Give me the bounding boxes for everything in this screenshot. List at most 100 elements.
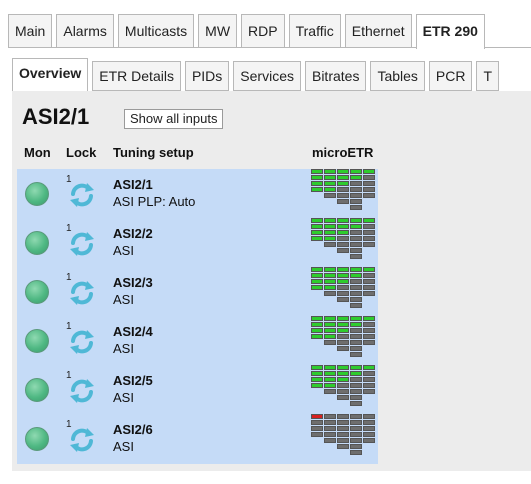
meter-cell: [311, 383, 323, 388]
meter-cell: [311, 273, 323, 278]
tab-main[interactable]: Main: [8, 14, 53, 47]
micro-etr-meter[interactable]: [311, 414, 379, 459]
meter-cell: [350, 450, 362, 455]
meter-cell: [363, 340, 375, 345]
micro-etr-meter[interactable]: [311, 316, 379, 361]
table-row[interactable]: 1 ASI2/5 ASI: [17, 365, 378, 414]
table-row[interactable]: 1 ASI2/6 ASI: [17, 414, 378, 463]
meter-cell: [324, 420, 336, 425]
meter-cell: [350, 438, 362, 443]
meter-cell: [363, 438, 375, 443]
tab-multicasts[interactable]: Multicasts: [117, 14, 195, 47]
table-row[interactable]: 1 ASI2/2 ASI: [17, 218, 378, 267]
meter-cell: [324, 175, 336, 180]
subtab-pcr[interactable]: PCR: [428, 61, 473, 91]
sub-tab-bar: Overview ETR Details PIDs Services Bitra…: [12, 58, 531, 92]
meter-cell: [337, 267, 349, 272]
meter-cell: [324, 242, 336, 247]
tab-rdp[interactable]: RDP: [241, 14, 285, 47]
tab-traffic[interactable]: Traffic: [288, 14, 341, 47]
meter-cell: [337, 175, 349, 180]
meter-cell: [337, 395, 349, 400]
subtab-etr-details[interactable]: ETR Details: [92, 61, 181, 91]
meter-cell: [311, 316, 323, 321]
meter-cell: [311, 181, 323, 186]
meter-cell: [363, 285, 375, 290]
meter-cell: [337, 181, 349, 186]
tab-alarms[interactable]: Alarms: [56, 14, 114, 47]
meter-cell: [337, 169, 349, 174]
meter-cell: [324, 377, 336, 382]
meter-cell: [350, 420, 362, 425]
subtab-bitrates[interactable]: Bitrates: [304, 61, 367, 91]
meter-cell: [324, 328, 336, 333]
meter-cell: [324, 371, 336, 376]
meter-cell: [350, 224, 362, 229]
input-name[interactable]: ASI2/6: [113, 422, 153, 437]
meter-cell: [350, 175, 362, 180]
meter-cell: [363, 371, 375, 376]
meter-cell: [363, 193, 375, 198]
input-setup: ASI: [113, 390, 134, 405]
input-name[interactable]: ASI2/5: [113, 373, 153, 388]
meter-cell: [337, 377, 349, 382]
tab-ethernet[interactable]: Ethernet: [344, 14, 412, 47]
meter-cell: [350, 352, 362, 357]
meter-cell: [363, 175, 375, 180]
meter-cell: [363, 365, 375, 370]
table-row[interactable]: 1 ASI2/4 ASI: [17, 316, 378, 365]
meter-cell: [311, 322, 323, 327]
meter-cell: [311, 230, 323, 235]
lock-refresh-icon: [67, 229, 97, 259]
meter-cell: [363, 267, 375, 272]
subtab-pids[interactable]: PIDs: [184, 61, 230, 91]
meter-cell: [350, 389, 362, 394]
meter-cell: [363, 389, 375, 394]
meter-cell: [350, 334, 362, 339]
input-setup: ASI PLP: Auto: [113, 194, 196, 209]
meter-cell: [324, 340, 336, 345]
tab-etr-290[interactable]: ETR 290: [415, 14, 485, 49]
micro-etr-meter[interactable]: [311, 365, 379, 410]
meter-cell: [324, 334, 336, 339]
meter-cell: [350, 273, 362, 278]
subtab-tables[interactable]: Tables: [370, 61, 425, 91]
meter-cell: [350, 377, 362, 382]
input-name[interactable]: ASI2/2: [113, 226, 153, 241]
meter-cell: [324, 432, 336, 437]
meter-cell: [324, 273, 336, 278]
micro-etr-meter[interactable]: [311, 267, 379, 312]
meter-cell: [311, 328, 323, 333]
show-all-inputs-button[interactable]: Show all inputs: [124, 109, 224, 129]
input-name[interactable]: ASI2/3: [113, 275, 153, 290]
table-row[interactable]: 1 ASI2/1 ASI PLP: Auto: [17, 169, 378, 218]
meter-cell: [337, 438, 349, 443]
subtab-t[interactable]: T: [476, 61, 500, 91]
input-name[interactable]: ASI2/4: [113, 324, 153, 339]
meter-cell: [363, 181, 375, 186]
meter-cell: [324, 322, 336, 327]
meter-cell: [350, 365, 362, 370]
monitor-status-led-icon: [25, 329, 49, 353]
tab-mw[interactable]: MW: [198, 14, 238, 47]
meter-cell: [363, 426, 375, 431]
lock-refresh-icon: [67, 180, 97, 210]
subtab-services[interactable]: Services: [233, 61, 301, 91]
table-row[interactable]: 1 ASI2/3 ASI: [17, 267, 378, 316]
meter-cell: [311, 267, 323, 272]
meter-cell: [337, 218, 349, 223]
meter-cell: [311, 187, 323, 192]
meter-cell: [337, 193, 349, 198]
micro-etr-meter[interactable]: [311, 218, 379, 263]
monitor-status-led-icon: [25, 182, 49, 206]
meter-cell: [363, 328, 375, 333]
meter-cell: [324, 414, 336, 419]
meter-cell: [363, 236, 375, 241]
meter-cell: [350, 322, 362, 327]
micro-etr-meter[interactable]: [311, 169, 379, 214]
meter-cell: [337, 285, 349, 290]
meter-cell: [311, 420, 323, 425]
input-name[interactable]: ASI2/1: [113, 177, 153, 192]
subtab-overview[interactable]: Overview: [12, 58, 89, 91]
meter-cell: [337, 242, 349, 247]
